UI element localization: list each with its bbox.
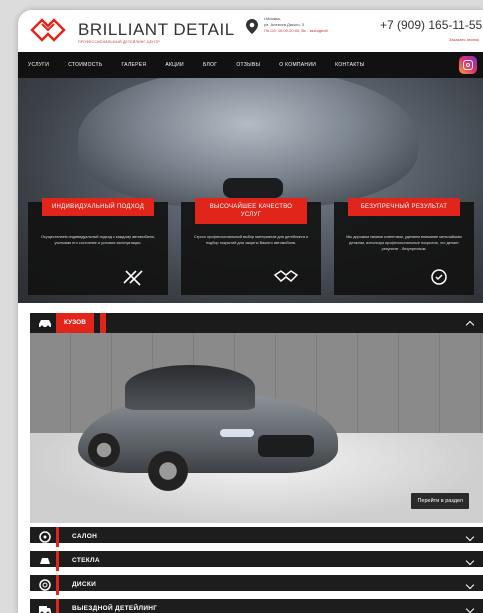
site-header: BRILLIANT DETAIL ПРОФЕССИОНАЛЬНЫЙ ДЕТЕЙЛ… — [18, 10, 483, 52]
instagram-icon[interactable] — [459, 56, 477, 74]
main-nav: УСЛУГИ СТОИМОСТЬ ГАЛЕРЕЯ АКЦИИ БЛОГ ОТЗЫ… — [18, 52, 483, 78]
section-accent-bar — [100, 313, 106, 333]
section-accent-bar — [56, 575, 59, 595]
feature-title: ИНДИВИДУАЛЬНЫЙ ПОДХОД — [42, 198, 154, 216]
section-body-label: КУЗОВ — [56, 313, 94, 333]
chevron-down-icon[interactable] — [465, 580, 475, 590]
chevron-up-icon[interactable] — [465, 320, 475, 330]
medal-icon — [431, 269, 447, 285]
wheel-rim-icon — [39, 579, 51, 591]
section-body-image: Перейти в раздел — [30, 333, 483, 523]
nav-item-blog[interactable]: БЛОГ — [203, 62, 217, 68]
section-accent-bar — [56, 599, 59, 613]
feature-card-individual: ИНДИВИДУАЛЬНЫЙ ПОДХОД Осуществляем индив… — [28, 198, 168, 295]
section-glass-label: СТЕКЛА — [72, 557, 100, 564]
hero-banner: ИНДИВИДУАЛЬНЫЙ ПОДХОД Осуществляем индив… — [18, 78, 483, 303]
go-to-section-button[interactable]: Перейти в раздел — [411, 493, 469, 509]
section-mobile-detailing-label: ВЫЕЗДНОЙ ДЕТЕЙЛИНГ — [72, 605, 158, 612]
feature-text: Строго профессиональный выбор материалов… — [193, 235, 309, 245]
location-pin-icon — [246, 19, 258, 34]
car-roof — [125, 365, 255, 410]
section-glass-header[interactable]: СТЕКЛА — [30, 547, 483, 571]
address-block: г.Москва, ул. Алексея Дикого, 3 Пн-Сб: 1… — [264, 16, 328, 34]
nav-item-about[interactable]: О КОМПАНИИ — [279, 62, 316, 68]
chevron-down-icon[interactable] — [465, 556, 475, 566]
feature-title: ВЫСОЧАЙШЕЕ КАЧЕСТВО УСЛУГ — [195, 198, 307, 224]
nav-item-contacts[interactable]: КОНТАКТЫ — [335, 62, 364, 68]
section-wheels-header[interactable]: ДИСКИ — [30, 571, 483, 595]
section-accent-bar — [56, 551, 59, 571]
phone-number[interactable]: +7 (909) 165-11-55 — [380, 18, 482, 32]
section-interior-header[interactable]: САЛОН — [30, 523, 483, 547]
section-interior-label: САЛОН — [72, 533, 98, 540]
car-body-icon — [39, 320, 51, 329]
car-headlight — [220, 429, 254, 437]
nav-item-gallery[interactable]: ГАЛЕРЕЯ — [121, 62, 146, 68]
callback-link[interactable]: Заказать звонок — [449, 37, 479, 42]
feature-text: Мы дорожим своими клиентами, уделяем вни… — [346, 235, 462, 251]
nav-item-reviews[interactable]: ОТЗЫВЫ — [236, 62, 260, 68]
van-icon — [39, 606, 51, 613]
section-mobile-detailing-header[interactable]: ВЫЕЗДНОЙ ДЕТЕЙЛИНГ — [30, 595, 483, 613]
nav-item-services[interactable]: УСЛУГИ — [28, 62, 49, 68]
wrench-icon — [123, 270, 143, 286]
nav-item-prices[interactable]: СТОИМОСТЬ — [68, 62, 102, 68]
logo-icon[interactable] — [28, 16, 68, 44]
section-accent-bar — [56, 527, 59, 547]
handshake-icon — [273, 270, 299, 283]
nav-item-promotions[interactable]: АКЦИИ — [165, 62, 184, 68]
windshield-icon — [40, 558, 50, 564]
chevron-down-icon[interactable] — [465, 532, 475, 542]
section-wheels-label: ДИСКИ — [72, 581, 97, 588]
steering-wheel-icon — [39, 531, 51, 543]
section-body-header[interactable]: КУЗОВ — [30, 313, 483, 333]
hero-car-grille — [223, 178, 283, 198]
feature-title: БЕЗУПРЕЧНЫЙ РЕЗУЛЬТАТ — [348, 198, 460, 216]
chevron-down-icon[interactable] — [465, 604, 475, 613]
feature-card-result: БЕЗУПРЕЧНЫЙ РЕЗУЛЬТАТ Мы дорожим своими … — [334, 198, 474, 295]
brand-name[interactable]: BRILLIANT DETAIL — [78, 20, 235, 40]
feature-card-quality: ВЫСОЧАЙШЕЕ КАЧЕСТВО УСЛУГ Строго професс… — [181, 198, 321, 295]
feature-text: Осуществляем индивидуальный подход к каж… — [40, 235, 156, 245]
car-grille — [258, 435, 314, 457]
brand-tagline: ПРОФЕССИОНАЛЬНЫЙ ДЕТЕЙЛИНГ-ЦЕНТР — [78, 40, 160, 44]
car-wheel-front — [148, 451, 188, 491]
opening-hours: Пн-Сб: 10:00-20:00, Вс - выходной — [264, 28, 328, 33]
car-wheel-rear — [88, 433, 120, 467]
page: BRILLIANT DETAIL ПРОФЕССИОНАЛЬНЫЙ ДЕТЕЙЛ… — [18, 10, 483, 613]
